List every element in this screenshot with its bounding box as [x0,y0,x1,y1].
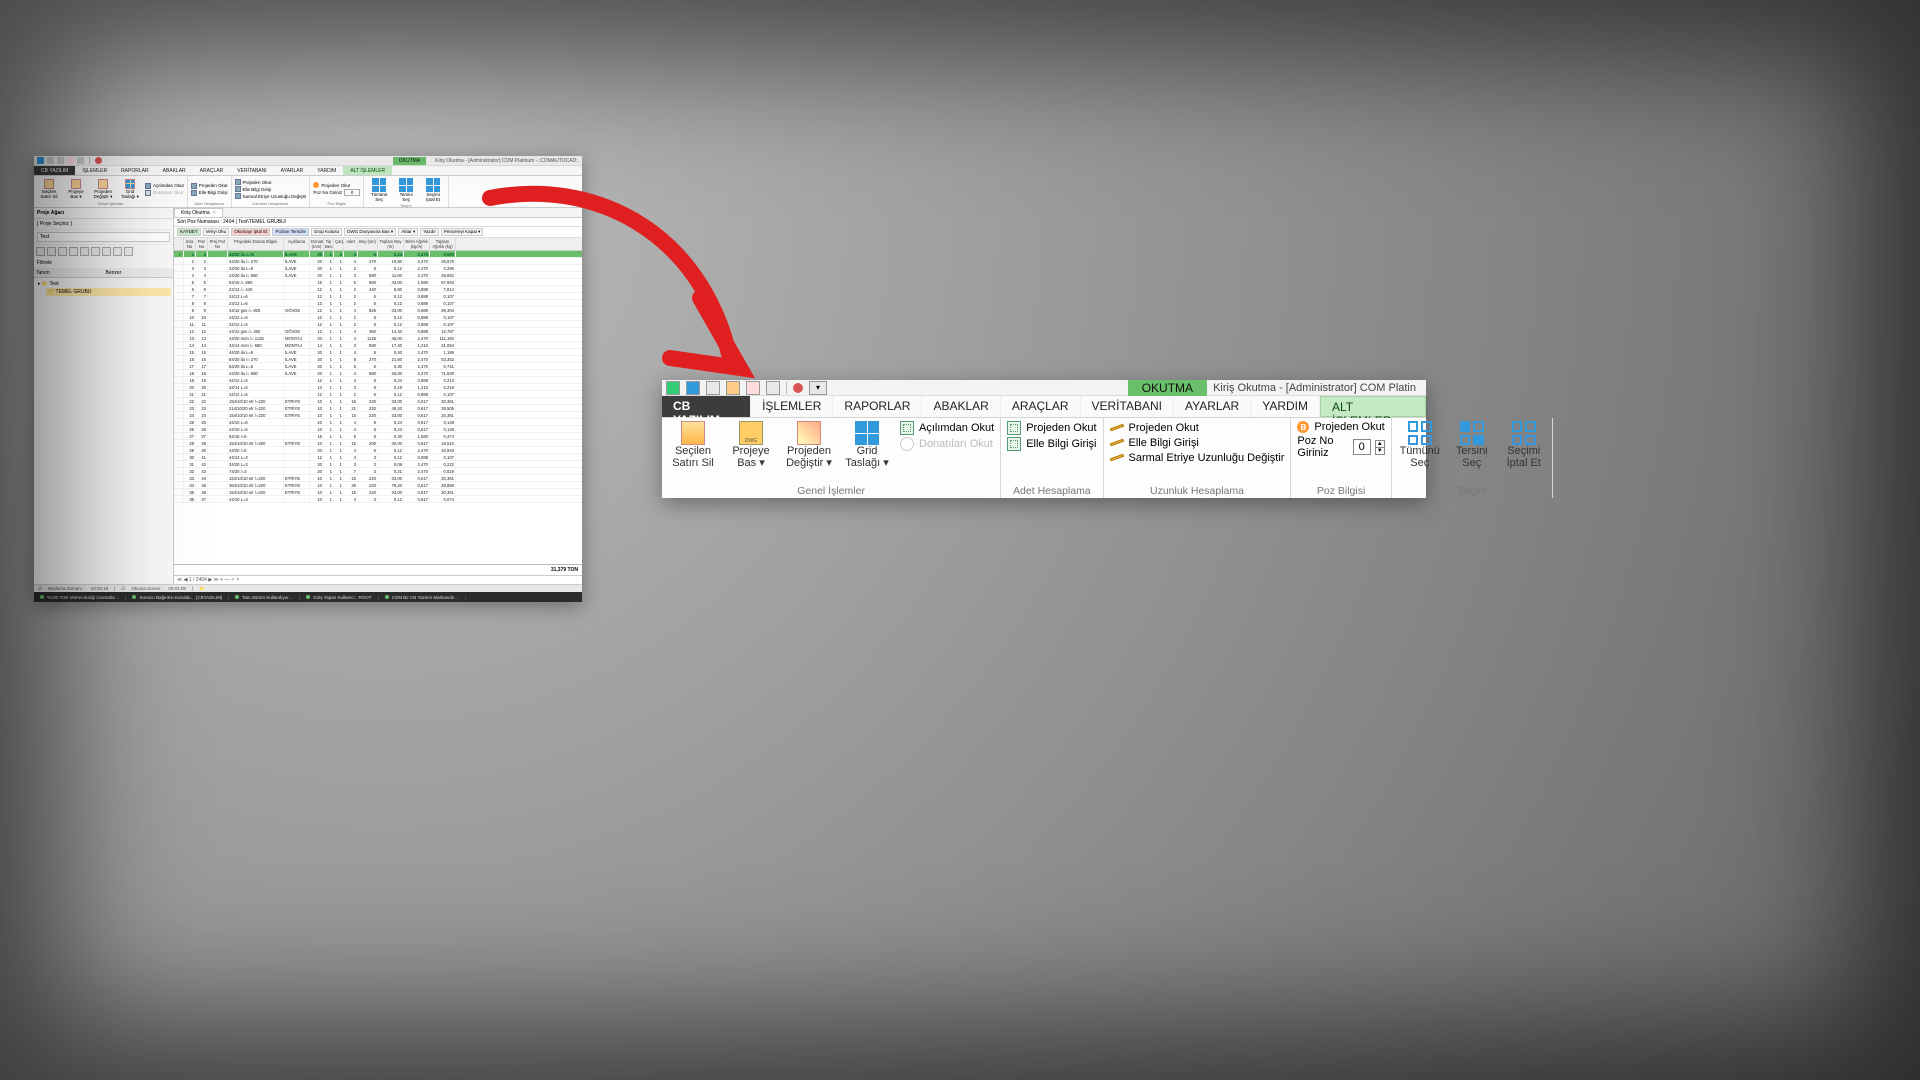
group-uzunluk: Projeden Okut Elle Bilgi Girişi Sarmal E… [232,176,311,207]
elle-bilgi-girisi-uzunluk[interactable]: Elle Bilgi Girişi [235,186,307,192]
acilimdan-okut[interactable]: Açılımdan Okut [145,183,184,189]
kaydet-button[interactable]: KAYDET [177,228,201,236]
table-row[interactable]: 3344154/10/10 etr /=220ETRİYE10111522033… [174,475,582,482]
co-projeden-degistir[interactable]: ProjedenDeğiştir ▾ [784,421,834,469]
menu-yardim[interactable]: YARDIM [310,166,343,175]
co-group-poz: BProjeden Okut Poz No Giriniz 0 ▲▼ Poz B… [1291,418,1391,498]
poz-no-spinner[interactable]: 0 [344,189,360,196]
menu-araclar[interactable]: ARAÇLAR [193,166,231,175]
projeden-degistir[interactable]: ProjedenDeğiştir ▾ [91,178,115,201]
table-row[interactable]: 3445364/10/10 etr /=220ETRİYE10113622079… [174,482,582,489]
co-tersini-sec[interactable]: TersiniSeç [1450,421,1494,469]
group-poz: Projeden Okut Poz No Giriniz0 Poz Bilgis… [310,176,364,207]
co-menu-alt-islemler[interactable]: ALT İŞLEMLER [1320,396,1426,417]
quick-access-toolbar: OKUTMA Kiriş Okutma - [Administrator] CO… [34,156,582,166]
projeye-bas[interactable]: ProjeyeBas ▾ [64,178,88,201]
menu-alt-islemler[interactable]: ALT İŞLEMLER [343,166,392,175]
tree-root[interactable]: ▸ 📁 Test [36,280,171,288]
co-group-adet: Projeden Okut Elle Bilgi Girişi Adet Hes… [1001,418,1103,498]
co-group-genel: SeçilenSatırı Sil ProjeyeBas ▾ ProjedenD… [662,418,1001,498]
tree-tool-1[interactable] [36,247,45,256]
co-projeye-bas[interactable]: ProjeyeBas ▾ [726,421,776,469]
co-secimi-iptal[interactable]: Seçimiİptal Et [1502,421,1546,469]
callout-app-title: Kiriş Okutma - [Administrator] COM Plati… [1207,382,1422,394]
co-donatilari-okut[interactable]: Donatıları Okut [900,437,994,451]
table-row[interactable]: 324374/20 /=32011730,212,4700,519 [174,468,582,475]
table-row[interactable]: 304144/12 L=31211430,120,8880,107 [174,454,582,461]
co-elle-bilgi-adet[interactable]: Elle Bilgi Girişi [1007,437,1096,451]
search-input[interactable] [37,232,170,242]
tersini-sec[interactable]: TersiniSeç [394,177,418,203]
callout-arrow [470,168,790,428]
co-group-uzunluk: Projeden Okut Elle Bilgi Girişi Sarmal E… [1104,418,1292,498]
doc-tab[interactable]: Kiriş Okutma× [174,208,223,217]
co-poz-no-spinner[interactable]: 0 [1353,439,1371,455]
donatilari-okut[interactable]: Donatıları Okut [145,190,184,196]
secimi-iptal[interactable]: Seçimiİptal Et [421,177,445,203]
co-menu-yardim[interactable]: YARDIM [1251,396,1320,417]
co-menu-veritabani[interactable]: VERİTABANI [1081,396,1174,417]
group-secim: TümünüSeç TersiniSeç Seçimiİptal Et Seçi… [364,176,449,207]
table-row[interactable]: 364744/10 L=31011430,120,6170,074 [174,496,582,503]
table-row[interactable]: 314234/20 L=32011330,092,4700,222 [174,461,582,468]
co-grid-taslagi[interactable]: GridTaslağı ▾ [842,421,892,469]
secilen-satiri-sil[interactable]: SeçilenSatırı Sil [37,178,61,200]
table-row[interactable]: 294044/20 /=62011460,122,47034,943 [174,447,582,454]
table-row[interactable]: 272754/16 /=61611560,301,5800,474 [174,433,582,440]
menu-raporlar[interactable]: RAPORLAR [114,166,156,175]
poz-no-giriniz: Poz No Giriniz0 [313,189,360,196]
tumunu-sec[interactable]: TümünüSeç [367,177,391,203]
grid-total: 31,379 TON [174,564,582,575]
projeden-okut-adet[interactable]: Projeden Okut [191,183,228,189]
table-row[interactable]: 2828154/10/10 etr /=200ETRİYE10111520030… [174,440,582,447]
left-panel: Proje Ağacı [ Proje Seçiniz ] Filtrele T… [34,208,174,584]
title-context: OKUTMA [393,157,426,165]
pager[interactable]: ≪ ◀ 1 / 2404 ▶ ≫ + — ✓ × [174,575,582,584]
co-tumunu-sec[interactable]: TümünüSeç [1398,421,1442,469]
co-elle-bilgi-uzunluk[interactable]: Elle Bilgi Girişi [1110,436,1285,449]
group-genel: SeçilenSatırı Sil ProjeyeBas ▾ ProjedenD… [34,176,188,207]
poz-projeden-okut[interactable]: Projeden Okut [313,182,360,188]
projeden-okut-uzunluk[interactable]: Projeden Okut [235,179,307,185]
co-poz-projeden-okut[interactable]: BProjeden Okut [1297,421,1384,433]
table-row[interactable]: 3546154/10/10 etr /=220ETRİYE10111522033… [174,489,582,496]
callout-title-context: OKUTMA [1128,380,1207,396]
co-group-secim: TümünüSeç TersiniSeç Seçimiİptal Et Seçi… [1392,418,1553,498]
co-sarmal-etriye[interactable]: Sarmal Etriye Uzunluğu Değiştir [1110,451,1285,464]
co-menu-araclar[interactable]: ARAÇLAR [1001,396,1081,417]
co-menu-raporlar[interactable]: RAPORLAR [833,396,922,417]
spinner-updown[interactable]: ▲▼ [1375,440,1385,455]
sarmal-etriye[interactable]: Sarmal Etriye Uzunluğu Değiştir [235,193,307,199]
tree-selected[interactable]: 📁 TEMEL GRUBU [46,288,171,296]
panel-title: Proje Ağacı [34,208,173,219]
record-icon[interactable] [95,157,102,164]
menu-ayarlar[interactable]: AYARLAR [274,166,311,175]
co-projeden-okut-adet[interactable]: Projeden Okut [1007,421,1096,435]
proje-seciniz[interactable]: [ Proje Seçiniz ] [34,219,173,230]
co-poz-no-giriniz: Poz No Giriniz 0 ▲▼ [1297,435,1384,459]
co-projeden-okut-uzunluk[interactable]: Projeden Okut [1110,421,1285,434]
co-menu-abaklar[interactable]: ABAKLAR [922,396,1000,417]
status-bar: %100 Türk Mühendisliği Ürünüdür… Sunucu … [34,592,582,602]
menu-abaklar[interactable]: ABAKLAR [156,166,193,175]
menu-islemler[interactable]: İŞLEMLER [75,166,114,175]
grid-taslagi[interactable]: GridTaslağı ▾ [118,178,142,201]
menu-cbyazilim[interactable]: CB YAZILIM [34,166,75,175]
menu-veritabani[interactable]: VERİTABANI [230,166,273,175]
co-acilimdan-okut[interactable]: Açılımdan Okut [900,421,994,435]
co-menu-ayarlar[interactable]: AYARLAR [1174,396,1251,417]
record-icon[interactable] [793,383,803,393]
elle-bilgi-girisi-adet[interactable]: Elle Bilgi Girişi [191,190,228,196]
close-icon[interactable]: × [213,210,216,216]
app-title: Kiriş Okutma - [Administrator] COM Plati… [435,158,579,164]
group-adet: Projeden Okut Elle Bilgi Girişi Adet Hes… [188,176,232,207]
co-secilen-satiri-sil[interactable]: SeçilenSatırı Sil [668,421,718,469]
